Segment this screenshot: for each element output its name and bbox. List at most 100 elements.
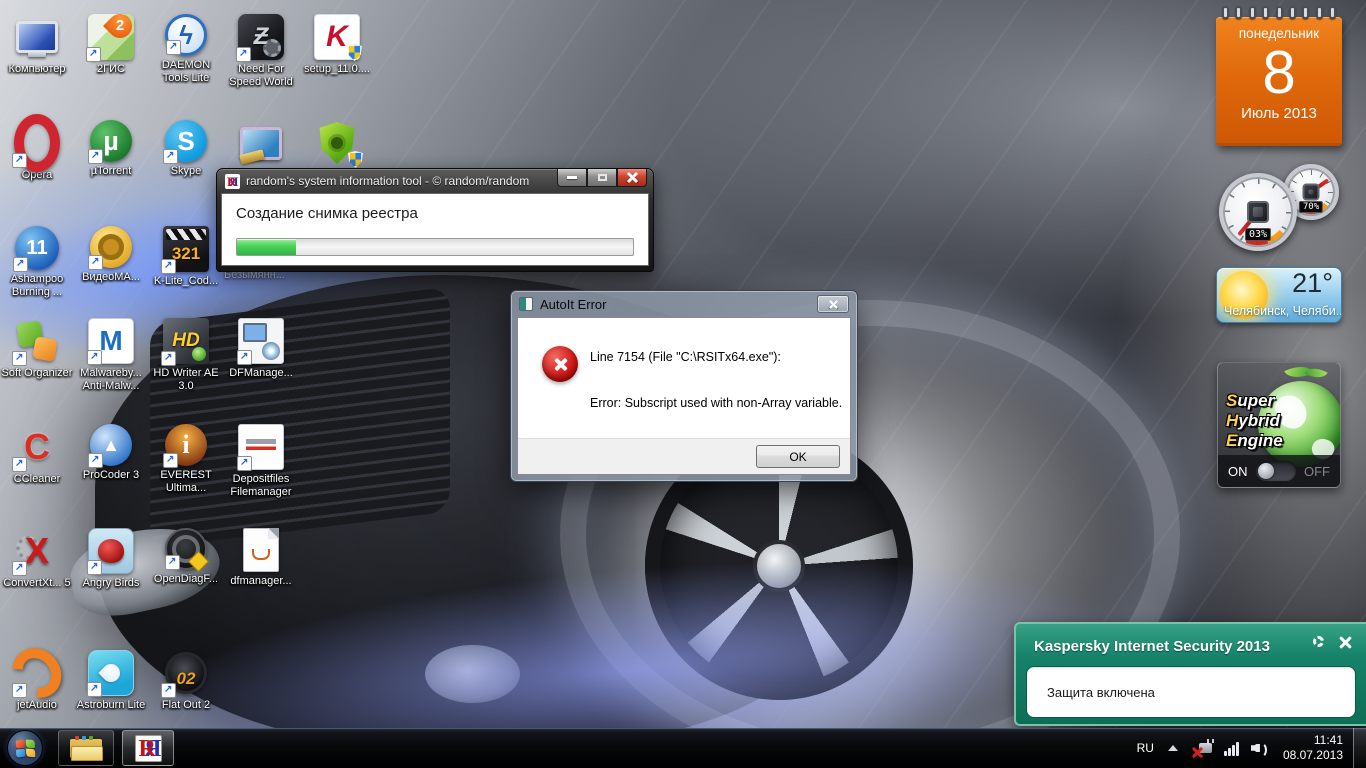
desktop-icon-label: DFManage...: [229, 367, 293, 379]
desktop-icon-label: ConvertXt... 5: [3, 577, 71, 589]
clock[interactable]: 11:41 08.07.2013: [1283, 733, 1343, 763]
computer-icon: [14, 14, 60, 60]
desktop-icon-opendiag[interactable]: OpenDiagF...: [150, 528, 222, 586]
desktop-icon-procoder[interactable]: ▲ProCoder 3: [75, 424, 147, 482]
desktop-icon-everest[interactable]: iEVEREST Ultima...: [150, 424, 222, 495]
desktop-icon-hd-writer[interactable]: HDHD Writer AE 3.0: [150, 318, 222, 393]
screen-cleaner-icon: [238, 120, 284, 166]
shortcut-arrow-icon: [13, 257, 28, 272]
desktop-icon-kaspersky-setup[interactable]: Ksetup_11.0....: [301, 14, 373, 76]
autoit-app-icon: [519, 297, 533, 311]
ok-button[interactable]: OK: [756, 445, 840, 468]
desktop-icon-2gis[interactable]: 22ГИС: [75, 9, 147, 76]
dfmanage-icon: [237, 318, 284, 365]
kaspersky-status-text: Защита включена: [1047, 684, 1155, 700]
desktop-icon-label: 2ГИС: [97, 63, 125, 75]
desktop-icon-malwarebytes[interactable]: MMalwareby... Anti-Malw...: [75, 318, 147, 393]
shortcut-arrow-icon: [88, 453, 103, 468]
desktop-icon-label: Malwareby... Anti-Malw...: [80, 367, 142, 392]
shortcut-arrow-icon: [161, 259, 176, 274]
taskbar-rsit-button[interactable]: RR: [122, 730, 174, 766]
desktop-icon-ashampoo[interactable]: 11Ashampoo Burning ...: [1, 226, 73, 299]
desktop-icon-dfmanager-java[interactable]: dfmanager...: [225, 528, 297, 588]
maximize-button[interactable]: [587, 169, 617, 187]
ccleaner-icon: C: [12, 424, 60, 472]
rsit-titlebar[interactable]: RR random's system information tool - © …: [217, 169, 653, 193]
shortcut-arrow-icon: [86, 47, 101, 62]
close-button[interactable]: [617, 169, 647, 187]
show-hidden-icons-icon[interactable]: [1167, 745, 1178, 751]
klite-codec-icon: 321: [161, 226, 209, 274]
desktop-icon-jetaudio[interactable]: jetAudio: [1, 650, 73, 712]
shortcut-arrow-icon: [165, 555, 180, 570]
desktop-icon-astroburn[interactable]: Astroburn Lite: [75, 650, 147, 712]
desktop-icon-label: Flat Out 2: [161, 699, 211, 711]
desktop-icon-flatout2[interactable]: 02Flat Out 2: [150, 650, 222, 712]
signal-strength-icon[interactable]: [1223, 741, 1239, 756]
she-toggle-knob[interactable]: [1257, 463, 1274, 479]
calendar-card: понедельник 8 Июль 2013: [1216, 17, 1342, 146]
desktop-icon-drweb[interactable]: [301, 120, 373, 168]
desktop-icon-depositfiles[interactable]: Depositfiles Filemanager: [225, 424, 297, 499]
volume-icon[interactable]: [1251, 740, 1269, 758]
desktop-icon-label: Astroburn Lite: [76, 699, 146, 711]
desktop-icon-label: DAEMON Tools Lite: [161, 59, 211, 84]
desktop-icon-skype[interactable]: SSkype: [150, 120, 222, 178]
taskbar-explorer-button[interactable]: [58, 730, 114, 766]
shortcut-arrow-icon: [87, 560, 102, 575]
daemon-tools-icon: ϟ: [165, 14, 207, 56]
desktop-icon-convertx[interactable]: XConvertXt... 5: [1, 528, 73, 590]
minimize-button[interactable]: [557, 169, 587, 187]
shortcut-arrow-icon: [12, 561, 27, 576]
calendar-month-year: Июль 2013: [1241, 105, 1317, 122]
system-tray: RU 11:41 08.07.2013: [1137, 728, 1366, 768]
everest-icon: i: [163, 424, 207, 468]
she-toggle-switch[interactable]: [1255, 461, 1296, 481]
desktop-icon-nfs-world[interactable]: ƵNeed For Speed World: [225, 14, 297, 89]
shortcut-arrow-icon: [161, 351, 176, 366]
desktop-icon-daemon-tools[interactable]: ϟ DAEMON Tools Lite: [150, 14, 222, 85]
weather-gadget[interactable]: 21° Челябинск, Челяби...: [1216, 267, 1342, 323]
desktop-icon-dfmanage[interactable]: DFManage...: [225, 318, 297, 380]
desktop-screen: Компьютер 22ГИС ϟ DAEMON Tools Lite ƵNeed Fo…: [0, 0, 1366, 768]
desktop-icon-opera[interactable]: Opera: [1, 120, 73, 182]
she-word-3: Engine: [1226, 431, 1283, 450]
desktop-icon-label: EVEREST Ultima...: [160, 469, 212, 494]
shortcut-arrow-icon: [163, 453, 178, 468]
2gis-icon: 2: [86, 9, 137, 62]
desktop-icon-soft-organizer[interactable]: Soft Organizer: [1, 318, 73, 380]
desktop-icon-klite-codec[interactable]: 321K-Lite_Cod...: [150, 226, 222, 288]
kaspersky-status-box[interactable]: Защита включена: [1026, 666, 1356, 718]
calendar-gadget[interactable]: понедельник 8 Июль 2013: [1216, 6, 1342, 146]
cpu-gauge[interactable]: 03%: [1219, 173, 1297, 251]
desktop-icon-angry-birds[interactable]: Angry Birds: [75, 528, 147, 590]
desktop-icon-screen-cleaner[interactable]: [225, 120, 297, 166]
rsit-icon: RR: [134, 734, 162, 762]
depositfiles-icon: [237, 424, 284, 471]
flatout2-icon: 02: [161, 650, 209, 698]
desktop-icon-ccleaner[interactable]: CCCleaner: [1, 424, 73, 486]
language-indicator[interactable]: RU: [1137, 741, 1154, 755]
close-icon: [627, 172, 638, 183]
autoit-close-button[interactable]: [817, 295, 849, 313]
nfs-world-icon: Ƶ: [236, 14, 284, 62]
desktop-icon-label: jetAudio: [17, 699, 57, 711]
close-icon[interactable]: [1338, 635, 1352, 649]
autoit-error-line2: Error: Subscript used with non-Array var…: [590, 396, 843, 410]
show-desktop-button[interactable]: [1353, 728, 1366, 768]
start-button[interactable]: [7, 730, 43, 766]
skype-icon: S: [163, 120, 207, 164]
ram-chip-icon: [1302, 183, 1320, 201]
network-disconnected-icon[interactable]: [1192, 738, 1214, 758]
shortcut-arrow-icon: [12, 351, 27, 366]
super-hybrid-engine-gadget[interactable]: Super Hybrid Engine ON OFF: [1217, 362, 1341, 488]
gear-icon[interactable]: [1313, 636, 1324, 647]
desktop-icon-computer[interactable]: Компьютер: [1, 14, 73, 76]
autoit-titlebar[interactable]: AutoIt Error: [511, 291, 857, 317]
utorrent-icon: µ: [88, 120, 132, 164]
desktop-icon-utorrent[interactable]: µµTorrent: [75, 120, 147, 178]
desktop-icon-videomaster[interactable]: ВидеоМА...: [75, 226, 147, 284]
shortcut-arrow-icon: [88, 149, 103, 164]
she-off-label: OFF: [1304, 463, 1330, 479]
desktop-icon-label: Soft Organizer: [1, 367, 73, 379]
